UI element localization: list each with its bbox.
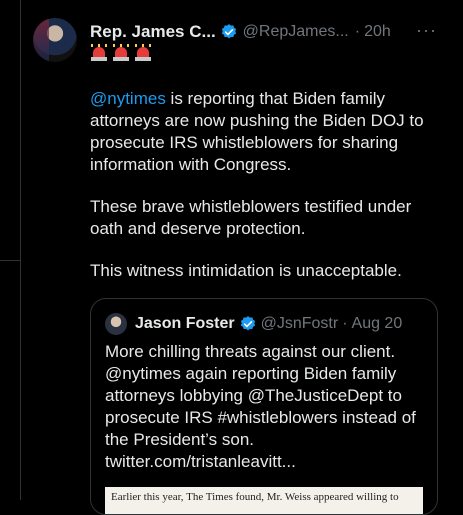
quoted-author-avatar[interactable] (105, 313, 127, 335)
quoted-author-handle[interactable]: @JsnFostr (261, 315, 339, 333)
quoted-tweet-date[interactable]: Aug 20 (352, 315, 403, 333)
siren-emoji-row (90, 44, 152, 62)
header-separator: · (354, 23, 361, 40)
tweet-timestamp[interactable]: 20h (364, 23, 391, 41)
tweet-paragraph: These brave whistleblowers testified und… (90, 197, 412, 238)
author-name[interactable]: Rep. James C... (90, 22, 216, 42)
tweet-body: @nytimes is reporting that Biden family … (90, 88, 430, 302)
siren-icon (90, 44, 108, 62)
tweet-header: Rep. James C... @RepJames... · 20h (90, 20, 443, 44)
quoted-tweet-text: More chilling threats against our client… (105, 342, 416, 471)
siren-icon (112, 44, 130, 62)
more-options-icon[interactable]: ··· (416, 20, 437, 41)
frame-divider (0, 260, 20, 261)
quoted-tweet-card[interactable]: Jason Foster @JsnFostr · Aug 20 More chi… (90, 298, 438, 515)
quoted-author-name[interactable]: Jason Foster (135, 315, 235, 333)
tweet-paragraph: @nytimes is reporting that Biden family … (90, 88, 430, 176)
quoted-tweet-header: Jason Foster @JsnFostr · Aug 20 (105, 313, 402, 335)
siren-icon (134, 44, 152, 62)
quoted-tweet-image[interactable]: Earlier this year, The Times found, Mr. … (105, 487, 423, 514)
quoted-image-text: Earlier this year, The Times found, Mr. … (111, 491, 399, 503)
quoted-header-separator: · (342, 315, 348, 332)
author-avatar[interactable] (33, 18, 77, 62)
verified-badge-icon (240, 316, 255, 331)
tweet-paragraph: This witness intimidation is unacceptabl… (90, 261, 402, 280)
mention-link[interactable]: @nytimes (90, 89, 166, 108)
verified-badge-icon (221, 24, 236, 39)
author-handle[interactable]: @RepJames... (243, 23, 349, 41)
frame-left-border (20, 0, 21, 500)
